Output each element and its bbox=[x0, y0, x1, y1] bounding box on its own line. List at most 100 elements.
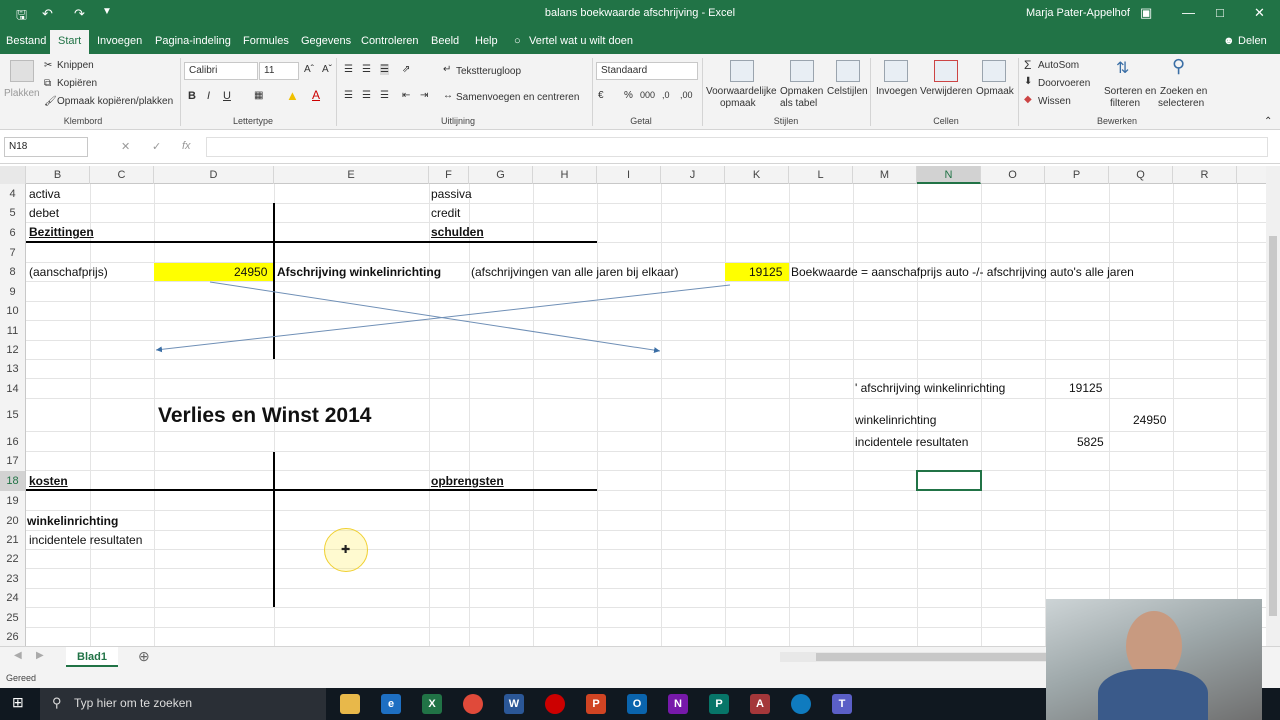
select-all-corner[interactable] bbox=[0, 166, 26, 184]
share-icon[interactable]: ☻ bbox=[1223, 35, 1235, 47]
col-header-e[interactable]: E bbox=[274, 166, 429, 184]
fill-down-icon[interactable]: ⬇ bbox=[1024, 76, 1032, 87]
tab-pagina-indeling[interactable]: Pagina-indeling bbox=[155, 35, 231, 47]
cell-e8[interactable]: Afschrijving winkelinrichting bbox=[277, 265, 441, 279]
sort-filter-icon[interactable]: ⇅ bbox=[1116, 58, 1129, 78]
minimize-icon[interactable]: — bbox=[1182, 5, 1195, 20]
copy-icon[interactable]: ⧉ bbox=[44, 78, 51, 89]
file-explorer-icon[interactable] bbox=[340, 694, 360, 714]
share-button[interactable]: Delen bbox=[1238, 35, 1267, 47]
sheet-tab-blad1[interactable]: Blad1 bbox=[66, 647, 118, 667]
samenvoegen-button[interactable]: Samenvoegen en centreren bbox=[456, 92, 579, 103]
cell-q15[interactable]: 24950 bbox=[1133, 413, 1166, 427]
row-header-26[interactable]: 26 bbox=[0, 628, 26, 646]
col-header-r[interactable]: R bbox=[1173, 166, 1237, 184]
row-header-10[interactable]: 10 bbox=[0, 302, 26, 321]
cancel-icon[interactable]: ✕ bbox=[121, 140, 130, 153]
cell-f6[interactable]: schulden bbox=[431, 225, 484, 239]
search-icon[interactable]: ⚲ bbox=[1172, 56, 1185, 77]
horizontal-scrollbar[interactable] bbox=[780, 652, 1046, 662]
record-icon[interactable] bbox=[545, 694, 565, 714]
tab-gegevens[interactable]: Gegevens bbox=[301, 35, 351, 47]
cell-l8[interactable]: Boekwaarde = aanschafprijs auto -/- afsc… bbox=[791, 265, 1134, 279]
user-name[interactable]: Marja Pater-Appelhof bbox=[1026, 7, 1130, 19]
worksheet-grid[interactable]: activa passiva debet credit Bezittingen … bbox=[26, 184, 1266, 646]
wissen-button[interactable]: Wissen bbox=[1038, 96, 1071, 107]
tab-start[interactable]: Start bbox=[50, 30, 90, 54]
format-cells-icon[interactable] bbox=[982, 60, 1006, 82]
opmaak-button[interactable]: Opmaak bbox=[976, 86, 1014, 97]
edge-icon[interactable] bbox=[791, 694, 811, 714]
cell-f5[interactable]: credit bbox=[431, 206, 460, 220]
col-header-g[interactable]: G bbox=[469, 166, 533, 184]
font-size-select[interactable]: 11 bbox=[259, 62, 299, 80]
cell-p14[interactable]: 19125 bbox=[1069, 381, 1102, 395]
col-header-o[interactable]: O bbox=[981, 166, 1045, 184]
underline-icon[interactable]: U bbox=[223, 90, 231, 102]
add-sheet-icon[interactable]: ⊕ bbox=[138, 648, 150, 665]
doorvoeren-button[interactable]: Doorvoeren bbox=[1038, 78, 1090, 89]
maximize-icon[interactable]: □ bbox=[1216, 5, 1224, 20]
merge-icon[interactable]: ↔ bbox=[443, 90, 453, 101]
col-header-k[interactable]: K bbox=[725, 166, 789, 184]
outlook-icon[interactable]: O bbox=[627, 694, 647, 714]
col-header-p[interactable]: P bbox=[1045, 166, 1109, 184]
celstijlen-button[interactable]: Celstijlen bbox=[827, 86, 868, 97]
tab-bestand[interactable]: Bestand bbox=[6, 35, 46, 47]
name-box[interactable]: N18 bbox=[4, 137, 88, 157]
row-header-4[interactable]: 4 bbox=[0, 184, 26, 204]
row-header-22[interactable]: 22 bbox=[0, 550, 26, 569]
cell-b18[interactable]: kosten bbox=[29, 474, 68, 488]
formula-input[interactable] bbox=[206, 137, 1268, 157]
row-header-12[interactable]: 12 bbox=[0, 341, 26, 360]
row-header-17[interactable]: 17 bbox=[0, 452, 26, 471]
excel-icon[interactable]: X bbox=[422, 694, 442, 714]
ribbon-display-icon[interactable]: ▣ bbox=[1140, 5, 1152, 21]
selected-cell-n18[interactable] bbox=[916, 470, 982, 491]
row-header-7[interactable]: 7 bbox=[0, 243, 26, 263]
col-header-j[interactable]: J bbox=[661, 166, 725, 184]
conditional-formatting-icon[interactable] bbox=[730, 60, 754, 82]
scrollbar-thumb[interactable] bbox=[1269, 236, 1277, 616]
align-center-icon[interactable]: ☰ bbox=[362, 90, 371, 101]
scrollbar-thumb[interactable] bbox=[816, 653, 1046, 661]
row-header-25[interactable]: 25 bbox=[0, 608, 26, 628]
cell-k8[interactable]: 19125 bbox=[749, 265, 782, 279]
row-header-19[interactable]: 19 bbox=[0, 491, 26, 511]
wrap-text-icon[interactable]: ↵ bbox=[443, 64, 451, 75]
publisher-icon[interactable]: P bbox=[709, 694, 729, 714]
delete-cells-icon[interactable] bbox=[934, 60, 958, 82]
invoegen-button[interactable]: Invoegen bbox=[876, 86, 917, 97]
insert-function-icon[interactable]: fx bbox=[182, 140, 191, 152]
prev-sheet-icon[interactable]: ◀ bbox=[14, 650, 22, 661]
col-header-c[interactable]: C bbox=[90, 166, 154, 184]
row-header-24[interactable]: 24 bbox=[0, 589, 26, 608]
zoeken-selecteren-button[interactable]: Zoeken en bbox=[1160, 86, 1207, 97]
thousands-icon[interactable]: 000 bbox=[640, 90, 655, 100]
decrease-decimal-icon[interactable]: ,00 bbox=[680, 90, 693, 100]
font-name-select[interactable]: Calibri bbox=[184, 62, 258, 80]
shrink-font-icon[interactable]: Aˇ bbox=[322, 64, 332, 75]
voorwaardelijke-opmaak-button[interactable]: Voorwaardelijke bbox=[706, 86, 777, 97]
cell-f4[interactable]: passiva bbox=[431, 187, 472, 201]
row-header-23[interactable]: 23 bbox=[0, 569, 26, 589]
close-icon[interactable]: ✕ bbox=[1254, 5, 1265, 21]
currency-icon[interactable]: € bbox=[598, 90, 604, 101]
cell-g8[interactable]: (afschrijvingen van alle jaren bij elkaa… bbox=[471, 265, 678, 279]
sorteren-filteren-button[interactable]: Sorteren en bbox=[1104, 86, 1156, 97]
orientation-icon[interactable]: ⇗ bbox=[402, 64, 410, 75]
percent-icon[interactable]: % bbox=[624, 90, 633, 101]
row-header-8[interactable]: 8 bbox=[0, 263, 26, 282]
vertical-scrollbar[interactable] bbox=[1266, 166, 1280, 650]
cell-d15-title[interactable]: Verlies en Winst 2014 bbox=[158, 404, 371, 428]
cell-b20[interactable]: winkelinrichting bbox=[27, 514, 118, 528]
eraser-icon[interactable]: ◆ bbox=[1024, 94, 1032, 105]
sorteren-filteren-label[interactable]: filteren bbox=[1110, 98, 1140, 109]
clipboard-icon[interactable] bbox=[10, 60, 34, 82]
enter-icon[interactable]: ✓ bbox=[152, 140, 161, 153]
cell-b8[interactable]: (aanschafprijs) bbox=[29, 265, 108, 279]
opmaak-kopieren-button[interactable]: Opmaak kopiëren/plakken bbox=[57, 96, 173, 107]
align-top-icon[interactable]: ☰ bbox=[344, 64, 353, 75]
format-as-table-icon[interactable] bbox=[790, 60, 814, 82]
row-header-13[interactable]: 13 bbox=[0, 360, 26, 379]
